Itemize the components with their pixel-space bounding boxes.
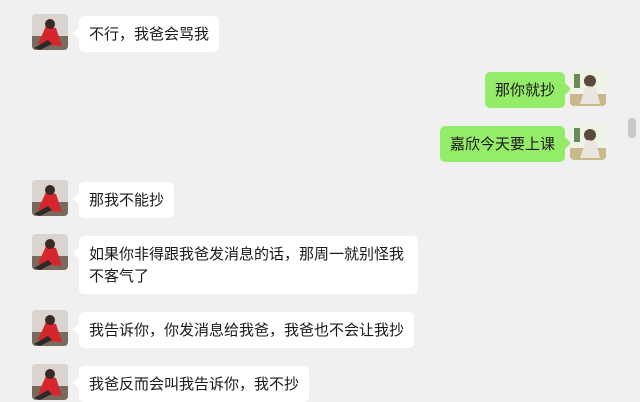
contact-avatar-icon <box>32 234 68 270</box>
contact-avatar[interactable] <box>32 14 68 50</box>
self-avatar-icon <box>570 124 606 160</box>
message-bubble-incoming[interactable]: 不行，我爸会骂我 <box>72 16 220 52</box>
message-bubble-outgoing[interactable]: 那你就抄 <box>484 72 572 108</box>
self-avatar[interactable] <box>570 70 606 106</box>
self-avatar[interactable] <box>570 124 606 160</box>
vertical-scrollbar[interactable] <box>628 118 636 138</box>
contact-avatar-icon <box>32 180 68 216</box>
self-avatar-icon <box>570 70 606 106</box>
message-bubble-incoming[interactable]: 那我不能抄 <box>72 182 175 218</box>
contact-avatar[interactable] <box>32 180 68 216</box>
contact-avatar[interactable] <box>32 364 68 400</box>
message-bubble-incoming[interactable]: 如果你非得跟我爸发消息的话，那周一就别怪我不客气了 <box>73 236 418 294</box>
contact-avatar-icon <box>32 310 68 346</box>
message-bubble-incoming[interactable]: 我爸反而会叫我告诉你，我不抄 <box>72 366 310 402</box>
contact-avatar[interactable] <box>32 234 68 270</box>
message-bubble-incoming[interactable]: 我告诉你，你发消息给我爸，我爸也不会让我抄 <box>72 312 415 348</box>
chat-message-area: 不行，我爸会骂我 那你就抄 嘉欣今天要上课 那我不能抄 如果你非得跟我爸发消息的… <box>0 0 640 402</box>
message-bubble-outgoing[interactable]: 嘉欣今天要上课 <box>439 126 572 162</box>
contact-avatar-icon <box>32 14 68 50</box>
contact-avatar-icon <box>32 364 68 400</box>
contact-avatar[interactable] <box>32 310 68 346</box>
